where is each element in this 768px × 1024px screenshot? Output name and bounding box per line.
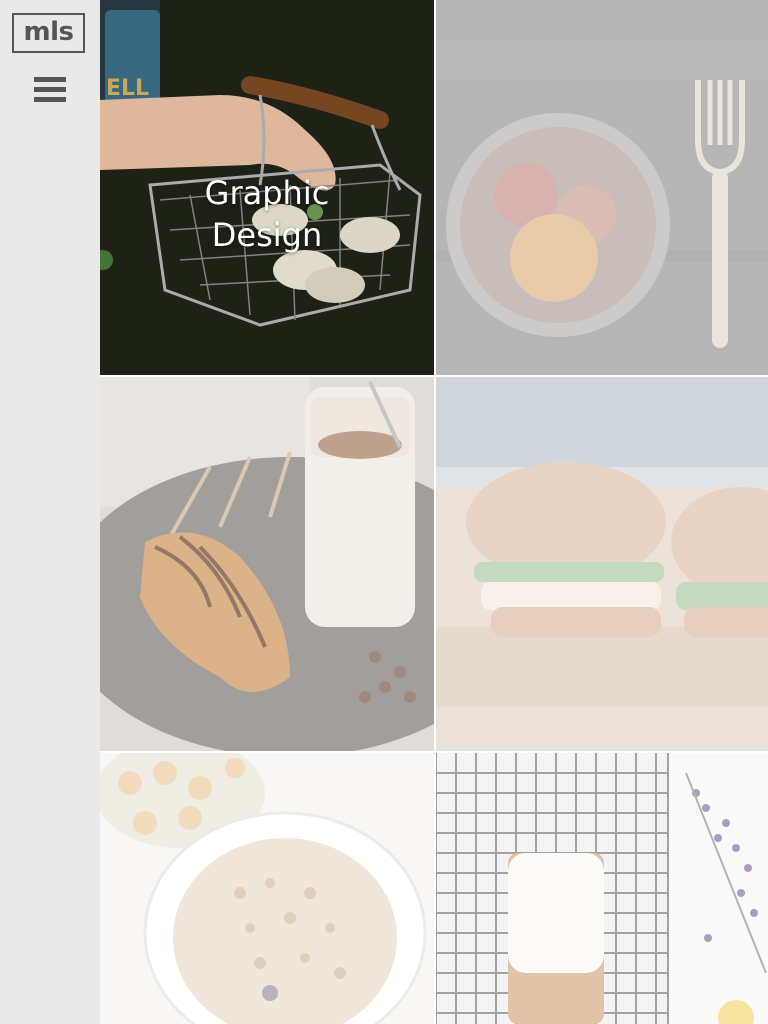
portfolio-grid: ELL Graphic Design xyxy=(100,0,768,1024)
portfolio-tile-burgers[interactable] xyxy=(436,377,768,751)
logo[interactable]: mls xyxy=(12,13,85,53)
menu-bar xyxy=(34,87,66,92)
sidebar: mls xyxy=(0,0,100,1024)
portfolio-tile-fruit-bowl[interactable] xyxy=(436,0,768,375)
portfolio-tile-oatmeal[interactable] xyxy=(100,753,434,1024)
menu-bar xyxy=(34,77,66,82)
portfolio-tile-cake-lavender[interactable] xyxy=(436,753,768,1024)
menu-bar xyxy=(34,97,66,102)
hamburger-menu-icon[interactable] xyxy=(34,77,66,105)
portfolio-tile-graphic-design[interactable]: ELL Graphic Design xyxy=(100,0,434,375)
portfolio-tile-croissant-coffee[interactable] xyxy=(100,377,434,751)
